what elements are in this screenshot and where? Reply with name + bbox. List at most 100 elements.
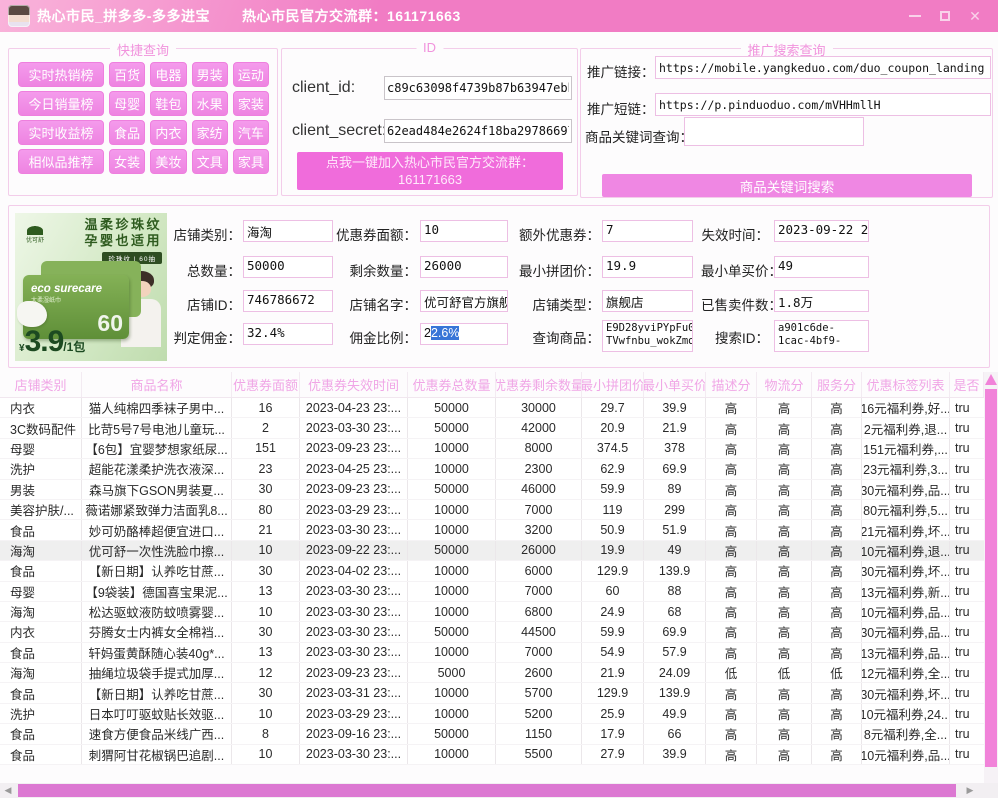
table-cell: 高: [757, 683, 812, 702]
table-row[interactable]: 男装森马旗下GSON男装夏...302023-09-23 23:...50000…: [0, 480, 984, 500]
detail-input-3-2[interactable]: 1.8万: [774, 290, 869, 312]
short-link-input[interactable]: [655, 93, 991, 116]
quick-button-3-4[interactable]: 家具: [233, 149, 269, 174]
quick-button-0-2[interactable]: 电器: [150, 62, 186, 87]
scroll-left-icon[interactable]: ◀: [0, 783, 16, 798]
detail-input-1-3[interactable]: 22.6%: [420, 323, 508, 345]
quick-button-0-0[interactable]: 实时热销榜: [18, 62, 104, 87]
quick-button-3-0[interactable]: 相似品推荐: [18, 149, 104, 174]
column-header-5[interactable]: 优惠券剩余数量: [496, 372, 582, 397]
quick-button-2-2[interactable]: 内衣: [150, 120, 186, 145]
table-row[interactable]: 母婴【9袋装】德国喜宝果泥...132023-03-30 23:...10000…: [0, 582, 984, 602]
quick-button-1-0[interactable]: 今日销量榜: [18, 91, 104, 116]
table-cell: 24.09: [644, 663, 706, 682]
column-header-9[interactable]: 物流分: [757, 372, 812, 397]
quick-button-3-1[interactable]: 女装: [109, 149, 145, 174]
detail-input-2-1[interactable]: 19.9: [602, 256, 693, 278]
keyword-search-button[interactable]: 商品关键词搜索: [602, 174, 972, 197]
table-row[interactable]: 美容护肤/...薇诺娜紧致弹力洁面乳8...802023-03-29 23:..…: [0, 500, 984, 520]
table-row[interactable]: 洗护超能花漾柔护洗衣液深...232023-04-25 23:...100002…: [0, 459, 984, 479]
table-cell: tru: [950, 643, 984, 662]
vertical-scrollbar[interactable]: [984, 372, 998, 783]
table-cell: 低: [706, 663, 757, 682]
horizontal-scrollbar[interactable]: ◀ ▶: [0, 783, 998, 798]
scroll-right-icon[interactable]: ▶: [962, 783, 978, 798]
quick-button-2-3[interactable]: 家纺: [192, 120, 228, 145]
quick-button-0-4[interactable]: 运动: [233, 62, 269, 87]
table-cell: tru: [950, 500, 984, 519]
quick-button-1-1[interactable]: 母婴: [109, 91, 145, 116]
detail-input-3-1[interactable]: 49: [774, 256, 869, 278]
table-row[interactable]: 海淘抽绳垃圾袋手提式加厚...122023-09-23 23:...500026…: [0, 663, 984, 683]
column-header-4[interactable]: 优惠券总数量: [408, 372, 496, 397]
quick-button-1-2[interactable]: 鞋包: [150, 91, 186, 116]
quick-button-2-1[interactable]: 食品: [109, 120, 145, 145]
quick-button-0-3[interactable]: 男装: [192, 62, 228, 87]
table-cell: 69.9: [644, 622, 706, 641]
detail-input-3-0[interactable]: 2023-09-22 23:5: [774, 220, 869, 242]
detail-input-1-0[interactable]: 10: [420, 220, 508, 242]
client-id-input[interactable]: [384, 76, 572, 100]
table-row[interactable]: 食品【新日期】认养吃甘蔗...302023-03-31 23:...100005…: [0, 683, 984, 703]
quick-button-3-2[interactable]: 美妆: [150, 149, 186, 174]
table-row[interactable]: 食品妙可奶酪棒超便宜进口...212023-03-30 23:...100003…: [0, 520, 984, 540]
table-cell: 57.9: [644, 643, 706, 662]
maximize-button[interactable]: [930, 3, 960, 29]
horizontal-scroll-thumb[interactable]: [18, 784, 956, 797]
detail-input-2-3[interactable]: E9D28yviPYpFu0 TVwfnbu_wokZmo: [602, 320, 693, 352]
quick-button-0-1[interactable]: 百货: [109, 62, 145, 87]
product-image[interactable]: 优可舒 温柔珍珠纹孕婴也适用 珍珠纹 | 60抽 eco surecare 大柔…: [15, 213, 167, 361]
detail-input-1-2[interactable]: 优可舒官方旗舰: [420, 290, 508, 312]
table-row[interactable]: 海淘松达驱蚊液防蚊喷雾婴...102023-03-30 23:...100006…: [0, 602, 984, 622]
table-cell: 21.9: [582, 663, 644, 682]
scroll-up-icon[interactable]: [985, 374, 997, 385]
column-header-8[interactable]: 描述分: [706, 372, 757, 397]
table-cell: 高: [812, 683, 862, 702]
join-group-line2: 161171663: [398, 172, 462, 187]
detail-input-2-0[interactable]: 7: [602, 220, 693, 242]
table-row[interactable]: 洗护日本叮叮驱蚊贴长效驱...102023-03-29 23:...100005…: [0, 704, 984, 724]
detail-input-0-3[interactable]: 32.4%: [243, 323, 333, 345]
table-row[interactable]: 3C数码配件比苛5号7号电池儿童玩...22023-03-30 23:...50…: [0, 418, 984, 438]
minimize-button[interactable]: [900, 3, 930, 29]
table-cell: 13: [232, 643, 300, 662]
column-header-2[interactable]: 优惠券面额: [232, 372, 300, 397]
detail-input-1-1[interactable]: 26000: [420, 256, 508, 278]
table-row[interactable]: 内衣猫人纯棉四季袜子男中...162023-04-23 23:...500003…: [0, 398, 984, 418]
column-header-12[interactable]: 是否: [950, 372, 984, 397]
table-cell: 高: [812, 398, 862, 417]
quick-button-2-0[interactable]: 实时收益榜: [18, 120, 104, 145]
quick-button-1-3[interactable]: 水果: [192, 91, 228, 116]
column-header-10[interactable]: 服务分: [812, 372, 862, 397]
vertical-scroll-thumb[interactable]: [985, 389, 997, 767]
table-cell: 高: [706, 561, 757, 580]
client-secret-input[interactable]: [384, 119, 572, 143]
detail-input-0-1[interactable]: 50000: [243, 256, 333, 278]
table-row[interactable]: 食品轩妈蛋黄酥随心装40g*...132023-03-30 23:...1000…: [0, 643, 984, 663]
detail-input-0-2[interactable]: 746786672: [243, 290, 333, 312]
quick-button-1-4[interactable]: 家装: [233, 91, 269, 116]
join-group-button[interactable]: 点我一键加入热心市民官方交流群：161171663: [297, 152, 563, 190]
detail-input-2-2[interactable]: 旗舰店: [602, 290, 693, 312]
column-header-3[interactable]: 优惠券失效时间: [300, 372, 408, 397]
column-header-11[interactable]: 优惠标签列表: [862, 372, 950, 397]
detail-input-3-3[interactable]: a901c6de- 1cac-4bf9-: [774, 320, 869, 352]
table-cell: 高: [706, 704, 757, 723]
table-row[interactable]: 母婴【6包】宜婴梦想家纸尿...1512023-09-23 23:...1000…: [0, 439, 984, 459]
table-row[interactable]: 食品速食方便食品米线广西...82023-09-16 23:...5000011…: [0, 724, 984, 744]
table-row[interactable]: 食品【新日期】认养吃甘蔗...302023-04-02 23:...100006…: [0, 561, 984, 581]
column-header-0[interactable]: 店铺类别: [0, 372, 82, 397]
app-avatar-icon: [8, 5, 30, 27]
table-row[interactable]: 内衣芬腾女士内裤女全棉裆...302023-03-30 23:...500004…: [0, 622, 984, 642]
close-button[interactable]: ✕: [960, 3, 990, 29]
keyword-input[interactable]: [684, 117, 864, 146]
detail-input-0-0[interactable]: 海淘: [243, 220, 333, 242]
quick-button-3-3[interactable]: 文具: [192, 149, 228, 174]
quick-button-2-4[interactable]: 汽车: [233, 120, 269, 145]
table-row[interactable]: 海淘优可舒一次性洗脸巾擦...102023-09-22 23:...500002…: [0, 541, 984, 561]
column-header-1[interactable]: 商品名称: [82, 372, 232, 397]
column-header-6[interactable]: 最小拼团价: [582, 372, 644, 397]
table-row[interactable]: 食品刺猬阿甘花椒锅巴追剧...102023-03-30 23:...100005…: [0, 745, 984, 765]
column-header-7[interactable]: 最小单买价: [644, 372, 706, 397]
promo-link-input[interactable]: [655, 56, 991, 79]
